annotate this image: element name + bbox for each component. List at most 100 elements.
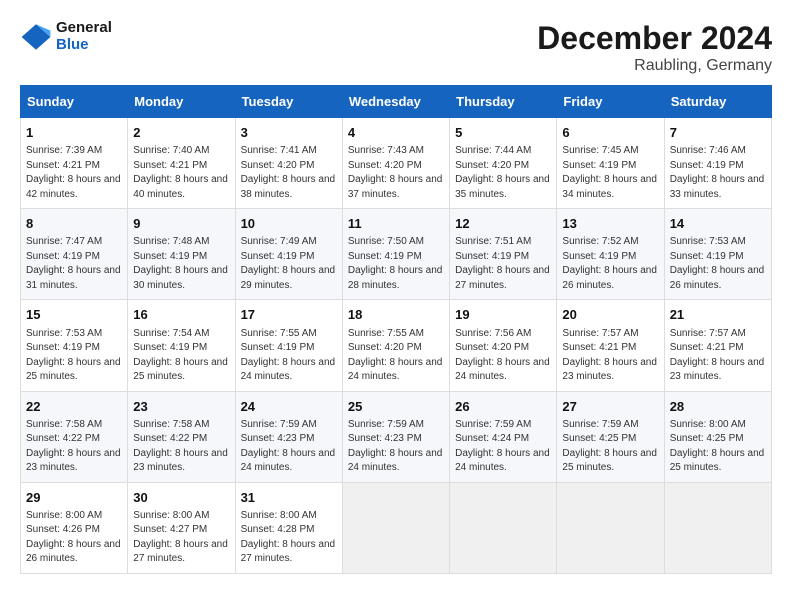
calendar-cell: 10Sunrise: 7:49 AMSunset: 4:19 PMDayligh…: [235, 209, 342, 300]
calendar-cell: 26 Sunrise: 7:59 AMSunset: 4:24 PMDayligh…: [450, 391, 557, 482]
day-info: Sunrise: 7:59 AMSunset: 4:24 PMDaylight:…: [455, 418, 551, 476]
day-number: 30: [133, 489, 229, 507]
calendar-body: 1 Sunrise: 7:39 AMSunset: 4:21 PMDaylight…: [21, 118, 772, 574]
calendar-cell: 14Sunrise: 7:53 AMSunset: 4:19 PMDayligh…: [664, 209, 771, 300]
calendar-cell: 28Sunrise: 8:00 AMSunset: 4:25 PMDayligh…: [664, 391, 771, 482]
calendar-week-3: 15 Sunrise: 7:53 AMSunset: 4:19 PMDayligh…: [21, 300, 772, 391]
day-number: 28: [670, 398, 766, 416]
day-number: 27: [562, 398, 658, 416]
day-number: 5: [455, 124, 551, 142]
day-info: Sunrise: 7:49 AMSunset: 4:19 PMDaylight:…: [241, 235, 337, 293]
day-number: 2: [133, 124, 229, 142]
day-number: 16: [133, 306, 229, 324]
calendar-cell: 9Sunrise: 7:48 AMSunset: 4:19 PMDaylight…: [128, 209, 235, 300]
calendar-cell: [664, 482, 771, 573]
day-number: 9: [133, 215, 229, 233]
weekday-wednesday: Wednesday: [342, 86, 449, 118]
calendar-week-5: 29Sunrise: 8:00 AMSunset: 4:26 PMDayligh…: [21, 482, 772, 573]
calendar-cell: 31 Sunrise: 8:00 AMSunset: 4:28 PMDayligh…: [235, 482, 342, 573]
calendar-week-2: 8 Sunrise: 7:47 AMSunset: 4:19 PMDaylight…: [21, 209, 772, 300]
day-number: 17: [241, 306, 337, 324]
calendar-cell: 22 Sunrise: 7:58 AMSunset: 4:22 PMDayligh…: [21, 391, 128, 482]
calendar-cell: [450, 482, 557, 573]
calendar-cell: 24 Sunrise: 7:59 AMSunset: 4:23 PMDayligh…: [235, 391, 342, 482]
day-info: Sunrise: 7:40 AMSunset: 4:21 PMDaylight:…: [133, 144, 229, 202]
calendar-cell: 7 Sunrise: 7:46 AMSunset: 4:19 PMDaylight…: [664, 118, 771, 209]
calendar-cell: 21Sunrise: 7:57 AMSunset: 4:21 PMDayligh…: [664, 300, 771, 391]
title-block: December 2024 Raubling, Germany: [537, 20, 772, 75]
day-info: Sunrise: 7:59 AMSunset: 4:23 PMDaylight:…: [348, 418, 444, 476]
day-info: Sunrise: 7:57 AMSunset: 4:21 PMDaylight:…: [670, 327, 766, 385]
day-info: Sunrise: 7:59 AMSunset: 4:23 PMDaylight:…: [241, 418, 337, 476]
day-info: Sunrise: 7:58 AMSunset: 4:22 PMDaylight:…: [26, 418, 122, 476]
calendar-cell: 29Sunrise: 8:00 AMSunset: 4:26 PMDayligh…: [21, 482, 128, 573]
day-number: 6: [562, 124, 658, 142]
calendar-week-4: 22 Sunrise: 7:58 AMSunset: 4:22 PMDayligh…: [21, 391, 772, 482]
day-info: Sunrise: 8:00 AMSunset: 4:27 PMDaylight:…: [133, 509, 229, 567]
calendar-cell: 8 Sunrise: 7:47 AMSunset: 4:19 PMDaylight…: [21, 209, 128, 300]
weekday-sunday: Sunday: [21, 86, 128, 118]
day-info: Sunrise: 7:57 AMSunset: 4:21 PMDaylight:…: [562, 327, 658, 385]
day-number: 1: [26, 124, 122, 142]
day-info: Sunrise: 7:39 AMSunset: 4:21 PMDaylight:…: [26, 144, 122, 202]
day-info: Sunrise: 7:54 AMSunset: 4:19 PMDaylight:…: [133, 327, 229, 385]
day-number: 13: [562, 215, 658, 233]
day-info: Sunrise: 7:45 AMSunset: 4:19 PMDaylight:…: [562, 144, 658, 202]
day-number: 24: [241, 398, 337, 416]
calendar-cell: 12Sunrise: 7:51 AMSunset: 4:19 PMDayligh…: [450, 209, 557, 300]
day-number: 20: [562, 306, 658, 324]
day-number: 3: [241, 124, 337, 142]
day-number: 25: [348, 398, 444, 416]
logo-line1: General: [56, 20, 112, 37]
day-info: Sunrise: 7:41 AMSunset: 4:20 PMDaylight:…: [241, 144, 337, 202]
weekday-header-row: SundayMondayTuesdayWednesdayThursdayFrid…: [21, 86, 772, 118]
day-number: 22: [26, 398, 122, 416]
calendar-cell: 11Sunrise: 7:50 AMSunset: 4:19 PMDayligh…: [342, 209, 449, 300]
day-number: 8: [26, 215, 122, 233]
day-info: Sunrise: 7:46 AMSunset: 4:19 PMDaylight:…: [670, 144, 766, 202]
calendar-cell: 5Sunrise: 7:44 AMSunset: 4:20 PMDaylight…: [450, 118, 557, 209]
calendar-cell: 2 Sunrise: 7:40 AMSunset: 4:21 PMDaylight…: [128, 118, 235, 209]
calendar-cell: 15 Sunrise: 7:53 AMSunset: 4:19 PMDayligh…: [21, 300, 128, 391]
day-info: Sunrise: 7:51 AMSunset: 4:19 PMDaylight:…: [455, 235, 551, 293]
calendar-table: SundayMondayTuesdayWednesdayThursdayFrid…: [20, 85, 772, 574]
calendar-cell: 16 Sunrise: 7:54 AMSunset: 4:19 PMDayligh…: [128, 300, 235, 391]
day-info: Sunrise: 7:53 AMSunset: 4:19 PMDaylight:…: [26, 327, 122, 385]
page-header: General Blue December 2024 Raubling, Ger…: [20, 20, 772, 75]
weekday-saturday: Saturday: [664, 86, 771, 118]
calendar-cell: 27Sunrise: 7:59 AMSunset: 4:25 PMDayligh…: [557, 391, 664, 482]
calendar-cell: 30 Sunrise: 8:00 AMSunset: 4:27 PMDayligh…: [128, 482, 235, 573]
day-info: Sunrise: 8:00 AMSunset: 4:28 PMDaylight:…: [241, 509, 337, 567]
weekday-thursday: Thursday: [450, 86, 557, 118]
day-number: 19: [455, 306, 551, 324]
day-number: 29: [26, 489, 122, 507]
day-number: 15: [26, 306, 122, 324]
day-number: 7: [670, 124, 766, 142]
day-info: Sunrise: 7:50 AMSunset: 4:19 PMDaylight:…: [348, 235, 444, 293]
day-number: 18: [348, 306, 444, 324]
weekday-tuesday: Tuesday: [235, 86, 342, 118]
calendar-cell: [342, 482, 449, 573]
page-subtitle: Raubling, Germany: [537, 57, 772, 75]
calendar-cell: 13 Sunrise: 7:52 AMSunset: 4:19 PMDayligh…: [557, 209, 664, 300]
calendar-cell: 25 Sunrise: 7:59 AMSunset: 4:23 PMDayligh…: [342, 391, 449, 482]
calendar-cell: 4 Sunrise: 7:43 AMSunset: 4:20 PMDaylight…: [342, 118, 449, 209]
day-info: Sunrise: 7:47 AMSunset: 4:19 PMDaylight:…: [26, 235, 122, 293]
day-number: 4: [348, 124, 444, 142]
day-info: Sunrise: 7:56 AMSunset: 4:20 PMDaylight:…: [455, 327, 551, 385]
calendar-cell: 17 Sunrise: 7:55 AMSunset: 4:19 PMDayligh…: [235, 300, 342, 391]
calendar-cell: 19 Sunrise: 7:56 AMSunset: 4:20 PMDayligh…: [450, 300, 557, 391]
weekday-friday: Friday: [557, 86, 664, 118]
day-info: Sunrise: 7:43 AMSunset: 4:20 PMDaylight:…: [348, 144, 444, 202]
day-info: Sunrise: 7:52 AMSunset: 4:19 PMDaylight:…: [562, 235, 658, 293]
calendar-cell: 6 Sunrise: 7:45 AMSunset: 4:19 PMDaylight…: [557, 118, 664, 209]
logo-icon: [20, 21, 52, 53]
day-info: Sunrise: 7:55 AMSunset: 4:19 PMDaylight:…: [241, 327, 337, 385]
logo: General Blue: [20, 20, 112, 53]
calendar-cell: 23Sunrise: 7:58 AMSunset: 4:22 PMDayligh…: [128, 391, 235, 482]
day-number: 31: [241, 489, 337, 507]
page-title: December 2024: [537, 20, 772, 57]
day-number: 26: [455, 398, 551, 416]
calendar-cell: 18Sunrise: 7:55 AMSunset: 4:20 PMDayligh…: [342, 300, 449, 391]
weekday-monday: Monday: [128, 86, 235, 118]
